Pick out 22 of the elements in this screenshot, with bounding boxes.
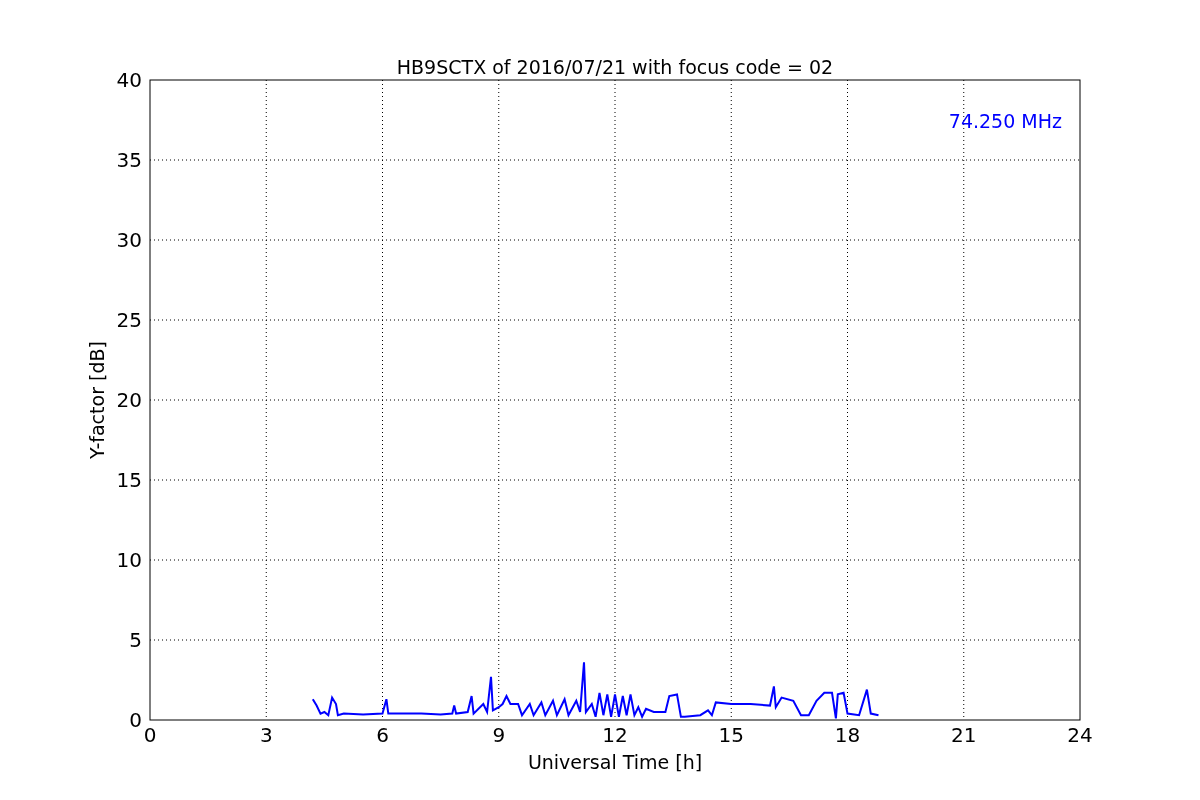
x-tick-label: 0 <box>143 723 157 747</box>
x-tick-label: 9 <box>492 723 506 747</box>
y-tick-label: 5 <box>129 628 142 652</box>
x-tick-label: 6 <box>376 723 389 747</box>
y-tick-label: 0 <box>129 708 142 732</box>
y-tick-label: 20 <box>116 388 142 412</box>
chart-title: HB9SCTX of 2016/07/21 with focus code = 02 <box>396 56 834 78</box>
y-tick-label: 40 <box>116 68 142 92</box>
x-tick-label: 24 <box>1067 723 1093 747</box>
y-tick-label: 10 <box>116 548 142 572</box>
x-tick-label: 3 <box>259 723 273 747</box>
frequency-label: 74.250 MHz <box>948 110 1062 132</box>
y-tick-label: 30 <box>116 228 142 252</box>
x-tick-label: 18 <box>834 723 861 747</box>
x-tick-label: 21 <box>951 723 977 747</box>
x-tick-label: 12 <box>602 723 628 747</box>
y-axis-label: Y-factor [dB] <box>86 341 108 459</box>
y-tick-label: 15 <box>116 468 142 492</box>
x-axis-label: Universal Time [h] <box>527 751 703 773</box>
x-tick-label: 15 <box>718 723 744 747</box>
y-tick-label: 25 <box>116 308 142 332</box>
y-tick-label: 35 <box>116 148 142 172</box>
